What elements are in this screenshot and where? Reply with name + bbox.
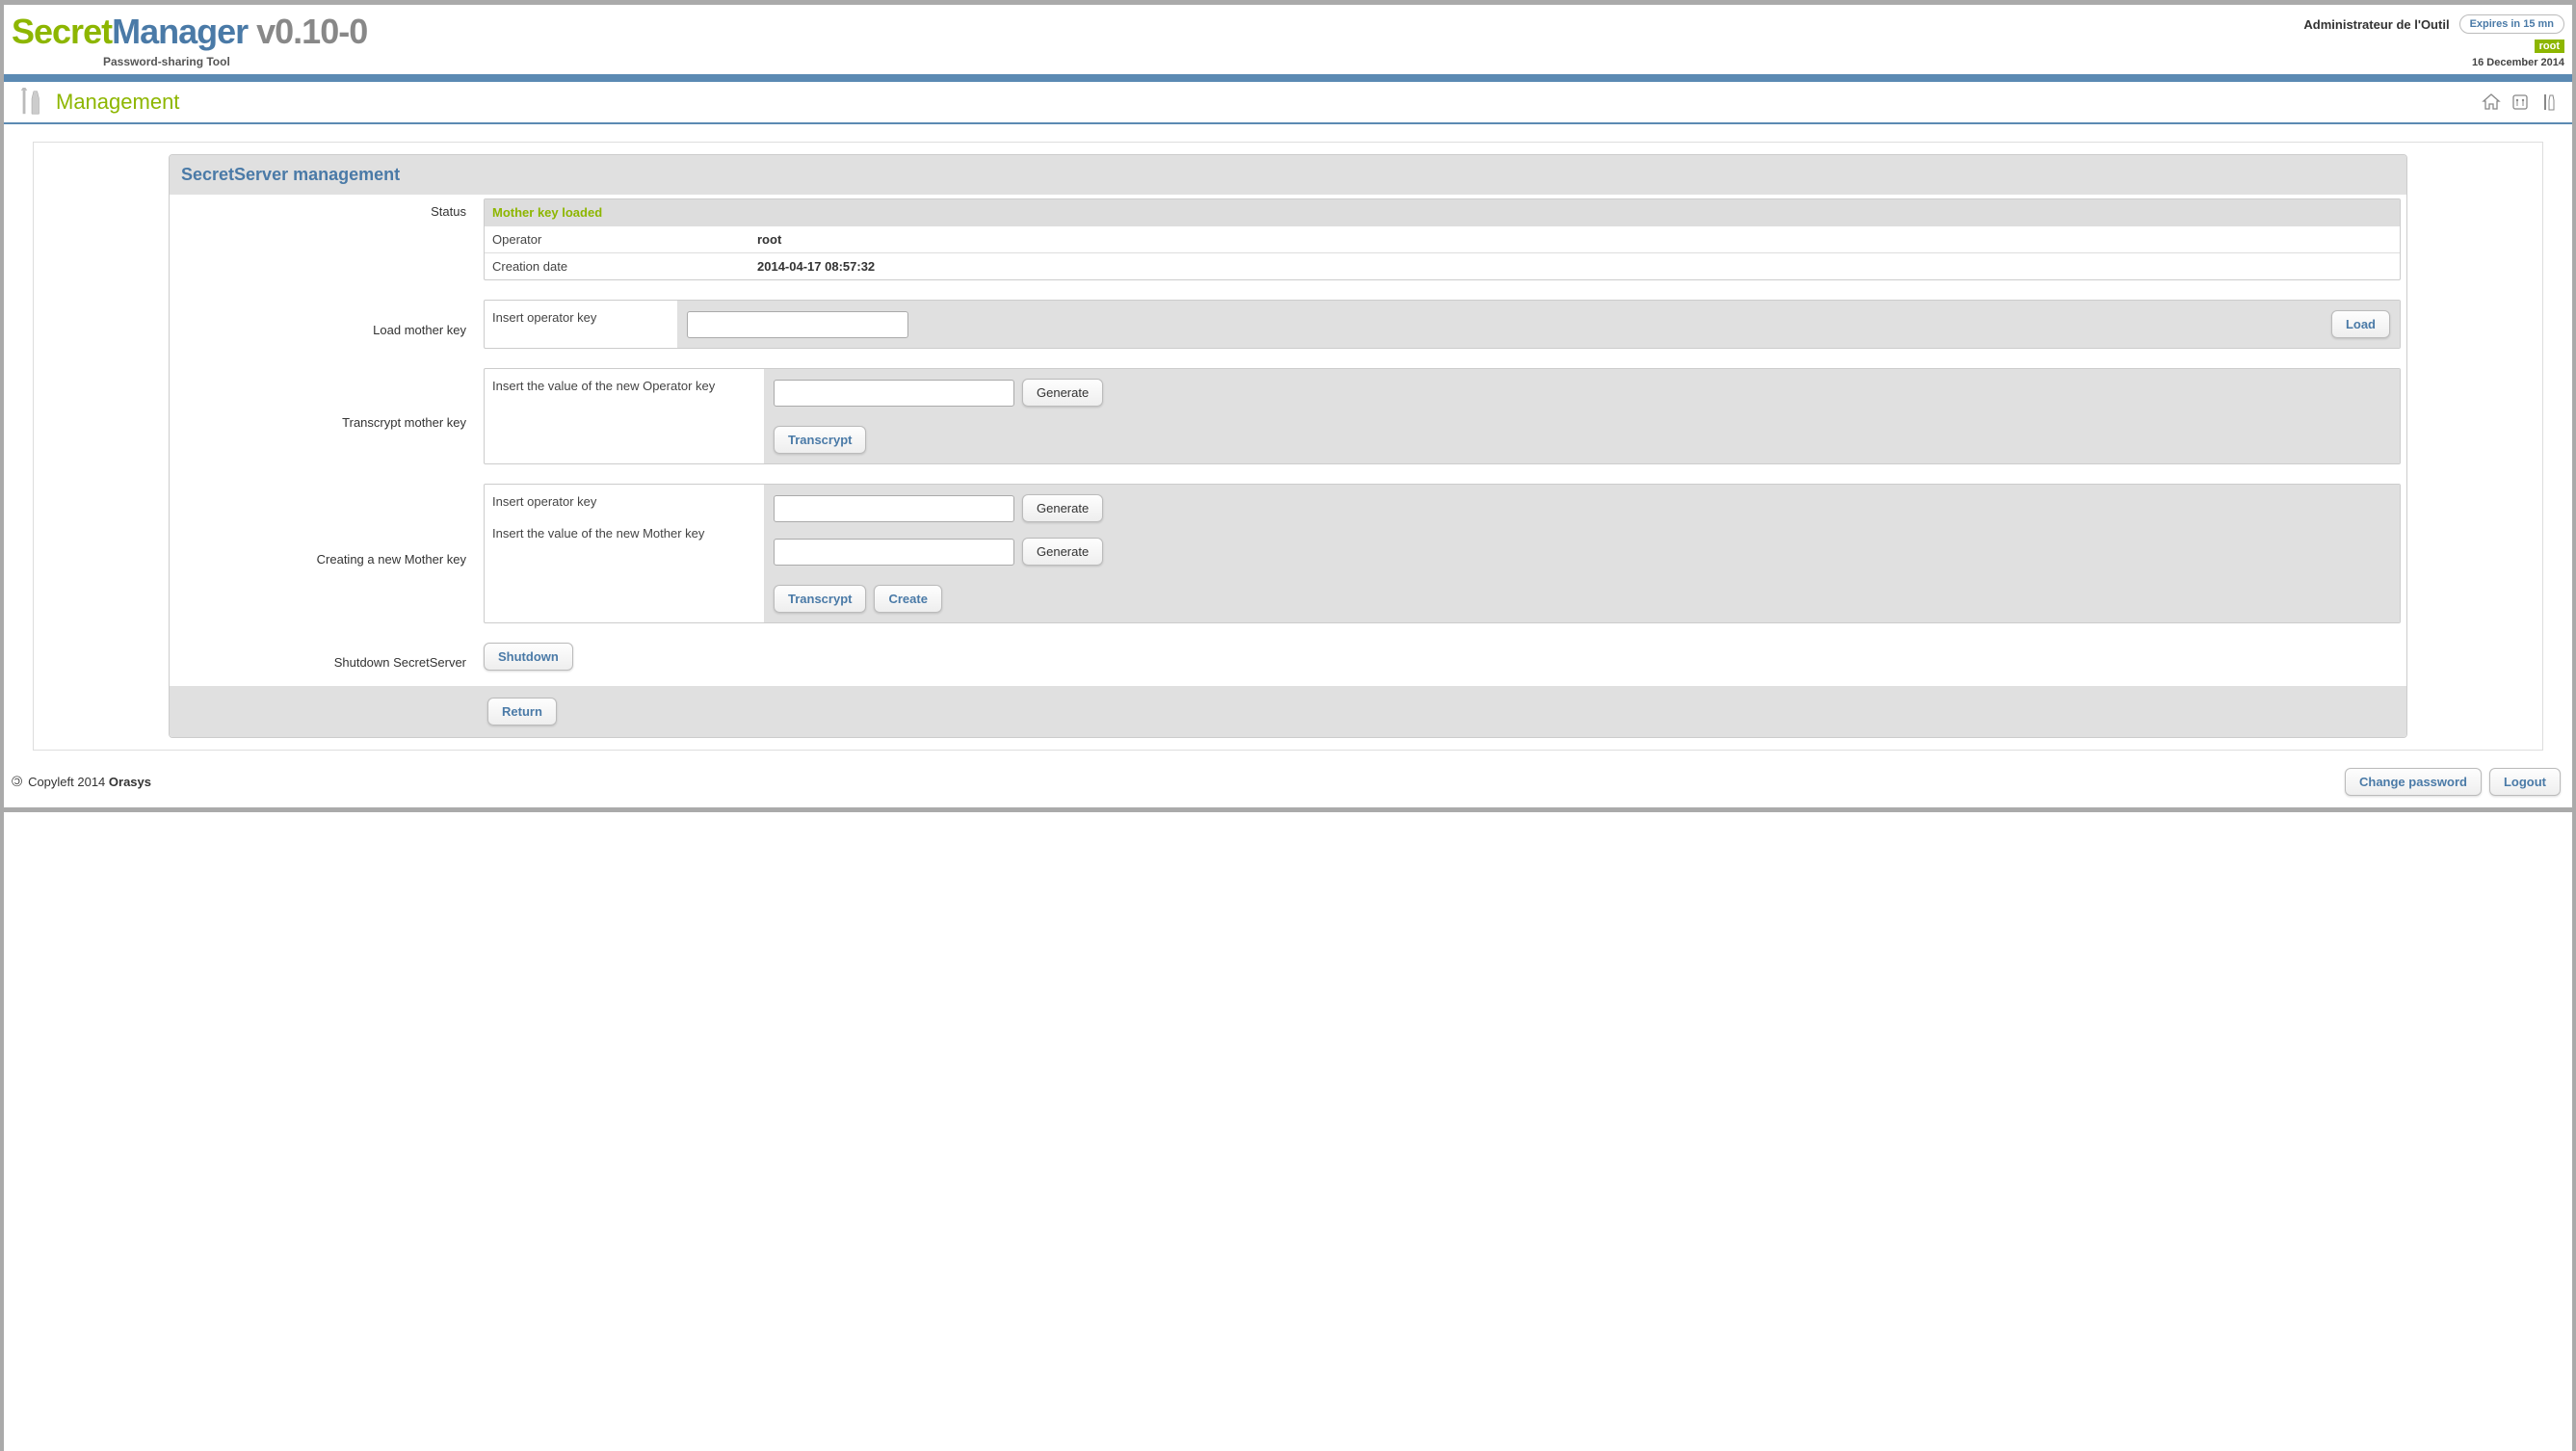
app-logo: SecretManager v0.10-0	[12, 14, 367, 49]
load-prompt: Insert operator key	[485, 301, 677, 348]
create-operator-prompt: Insert operator key	[492, 494, 756, 509]
section-header: Management	[4, 82, 2572, 124]
logo-manager: Manager	[112, 12, 248, 51]
create-generate-mother-button[interactable]: Generate	[1022, 538, 1103, 566]
status-operator-value: root	[749, 226, 2400, 252]
copyleft-text: Copyleft 2014	[28, 775, 109, 789]
shutdown-button[interactable]: Shutdown	[484, 643, 573, 671]
create-button[interactable]: Create	[874, 585, 941, 613]
content-box: SecretServer management Status Mother ke…	[33, 142, 2543, 751]
shutdown-label: Shutdown SecretServer	[170, 639, 478, 686]
change-password-button[interactable]: Change password	[2345, 768, 2482, 796]
config-icon[interactable]	[2510, 92, 2530, 112]
session-expires-button[interactable]: Expires in 15 mn	[2459, 14, 2564, 34]
create-generate-operator-button[interactable]: Generate	[1022, 494, 1103, 522]
load-mother-key-label: Load mother key	[170, 296, 478, 364]
create-transcrypt-button[interactable]: Transcrypt	[774, 585, 866, 613]
return-button[interactable]: Return	[487, 698, 557, 726]
admin-label: Administrateur de l'Outil	[2303, 17, 2449, 32]
tagline: Password-sharing Tool	[103, 55, 367, 68]
transcrypt-mother-key-label: Transcrypt mother key	[170, 364, 478, 480]
transcrypt-operator-key-input[interactable]	[774, 380, 1014, 407]
home-icon[interactable]	[2482, 92, 2501, 112]
status-box: Mother key loaded Operator root Creation…	[484, 198, 2401, 280]
current-date: 16 December 2014	[2303, 57, 2564, 68]
management-panel: SecretServer management Status Mother ke…	[169, 154, 2407, 738]
logo-version: v0.10-0	[248, 12, 367, 51]
logo-secret: Secret	[12, 12, 112, 51]
transcrypt-prompt: Insert the value of the new Operator key	[485, 369, 764, 463]
top-accent-bar	[4, 74, 2572, 82]
create-operator-key-input[interactable]	[774, 495, 1014, 522]
status-operator-label: Operator	[485, 226, 749, 252]
company-name: Orasys	[109, 775, 151, 789]
transcrypt-generate-button[interactable]: Generate	[1022, 379, 1103, 407]
copyleft-icon: ©	[12, 774, 22, 790]
status-creation-value: 2014-04-17 08:57:32	[749, 253, 2400, 279]
create-mother-key-input[interactable]	[774, 539, 1014, 566]
panel-title: SecretServer management	[181, 165, 400, 184]
page-title: Management	[56, 90, 179, 115]
status-label: Status	[170, 195, 478, 296]
transcrypt-button[interactable]: Transcrypt	[774, 426, 866, 454]
status-header: Mother key loaded	[485, 199, 2400, 225]
tools-nav-icon[interactable]	[2539, 92, 2559, 112]
logout-button[interactable]: Logout	[2489, 768, 2561, 796]
user-badge: root	[2535, 40, 2564, 53]
header: SecretManager v0.10-0 Password-sharing T…	[0, 5, 2576, 74]
load-button[interactable]: Load	[2331, 310, 2390, 338]
status-creation-label: Creation date	[485, 253, 749, 279]
footer-bar: © Copyleft 2014 Orasys Change password L…	[4, 760, 2572, 807]
tools-icon	[17, 88, 46, 117]
load-operator-key-input[interactable]	[687, 311, 908, 338]
create-mother-prompt: Insert the value of the new Mother key	[492, 526, 756, 541]
create-mother-key-label: Creating a new Mother key	[170, 480, 478, 639]
